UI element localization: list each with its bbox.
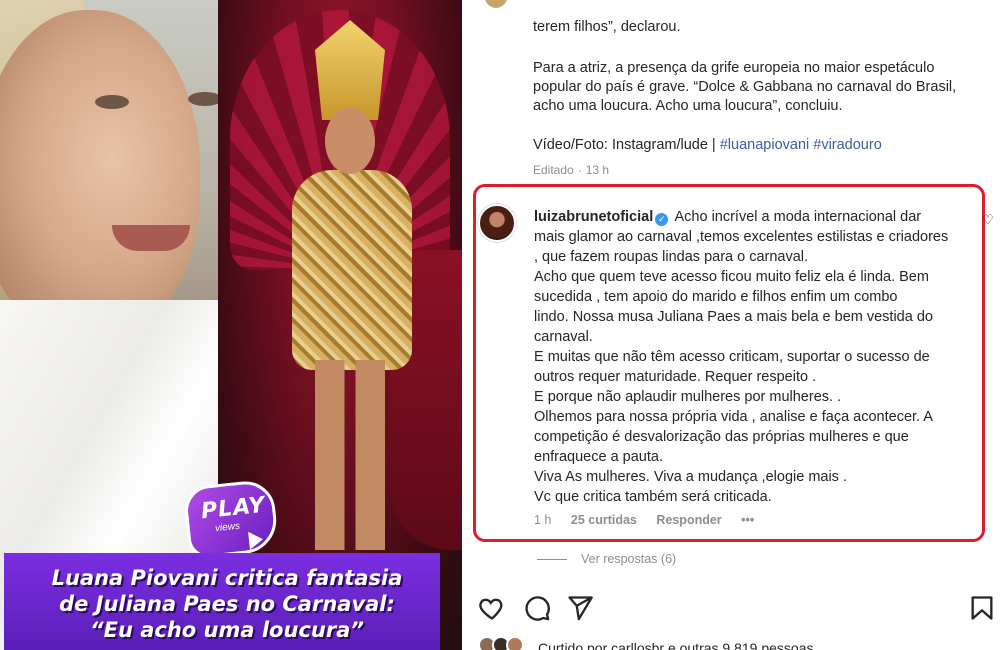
- view-replies-label[interactable]: Ver respostas (6): [581, 552, 676, 566]
- comment-line: E porque não aplaudir mulheres por mulhe…: [534, 389, 842, 405]
- headline-line: Luana Piovani critica fantasia: [51, 566, 403, 590]
- caption-line: popular do país é grave. “Dolce & Gabban…: [533, 79, 957, 95]
- comment-line: carnaval.: [534, 329, 593, 345]
- post-media[interactable]: PLAY views Luana Piovani critica fantasi…: [0, 0, 462, 650]
- comment-line: E muitas que não têm acesso criticam, su…: [534, 349, 930, 365]
- headline-text: Luana Piovani critica fantasia de Julian…: [12, 565, 442, 643]
- more-options-icon[interactable]: •••: [741, 513, 754, 527]
- commenter-username[interactable]: luizabrunetoficial: [534, 209, 653, 225]
- eye-shape: [95, 95, 129, 109]
- face-shape: [0, 10, 200, 340]
- hashtag-links[interactable]: #luanapiovani #viradouro: [720, 137, 882, 153]
- comment-line: sucedida , tem apoio do marido e filhos …: [534, 289, 898, 305]
- comment-line: enfraquece a pauta.: [534, 449, 663, 465]
- caption-line: Para a atriz, a presença da grife europe…: [533, 60, 935, 76]
- caption-paragraph: Para a atriz, a presença da grife europe…: [533, 59, 956, 116]
- save-bookmark-icon[interactable]: [968, 594, 996, 622]
- comment-like-heart-icon[interactable]: ♡: [982, 212, 994, 228]
- comment-likes[interactable]: 25 curtidas: [571, 513, 637, 527]
- credits-text: Vídeo/Foto: Instagram/lude |: [533, 137, 720, 153]
- verified-badge-icon: ✓: [655, 213, 669, 226]
- comment-line: Viva As mulheres. Viva a mudança ,elogie…: [534, 469, 847, 485]
- comment-line: lindo. Nossa musa Juliana Paes a mais be…: [534, 309, 933, 325]
- commenter-avatar[interactable]: [478, 204, 516, 242]
- liked-by-text[interactable]: Curtido por carllosbr e outras 9.819 pes…: [538, 640, 813, 650]
- comment-line: competição é desvalorização das próprias…: [534, 429, 909, 445]
- comment-line: outros requer maturidade. Requer respeit…: [534, 369, 817, 385]
- dancer-face: [325, 108, 375, 174]
- liker-avatar: [506, 636, 524, 650]
- headline-line: de Juliana Paes no Carnaval:: [59, 592, 395, 616]
- caption-line: acho uma loucura. Acho uma loucura”, con…: [533, 98, 843, 114]
- eye-shape: [188, 92, 222, 106]
- comment-line: Acho que quem teve acesso ficou muito fe…: [534, 269, 929, 285]
- gold-costume: [292, 170, 412, 370]
- comment-line: mais glamor ao carnaval ,temos excelente…: [534, 229, 949, 245]
- edited-label: Editado: [533, 163, 574, 177]
- comment-bubble-icon[interactable]: [523, 594, 551, 622]
- share-send-icon[interactable]: [566, 594, 594, 622]
- legs-shape: [315, 360, 385, 550]
- edited-time: 13 h: [585, 163, 610, 177]
- view-replies[interactable]: Ver respostas (6): [537, 552, 676, 566]
- comment-time[interactable]: 1 h: [534, 513, 551, 527]
- comment-line: , que fazem roupas lindas para o carnava…: [534, 249, 809, 265]
- post-actions: [478, 594, 993, 622]
- replies-rule: [537, 559, 567, 561]
- comment-line: Vc que critica também será criticada.: [534, 489, 772, 505]
- caption-line: terem filhos”, declarou.: [533, 19, 681, 35]
- comment-line: Olhemos para nossa própria vida , analis…: [534, 409, 933, 425]
- caption-credits: Vídeo/Foto: Instagram/lude | #luanapiova…: [533, 136, 882, 155]
- comment-meta: 1 h 25 curtidas Responder •••: [534, 513, 770, 527]
- comment-line: Acho incrível a moda internacional dar: [674, 209, 922, 225]
- headline-line: “Eu acho uma loucura”: [90, 618, 364, 642]
- like-heart-icon[interactable]: [478, 594, 506, 622]
- edited-timestamp: Editado · 13 h: [533, 163, 610, 177]
- reply-button[interactable]: Responder: [656, 513, 721, 527]
- comment-body: luizabrunetoficial ✓ Acho incrível a moda…: [534, 207, 974, 507]
- play-triangle-icon: [248, 530, 264, 550]
